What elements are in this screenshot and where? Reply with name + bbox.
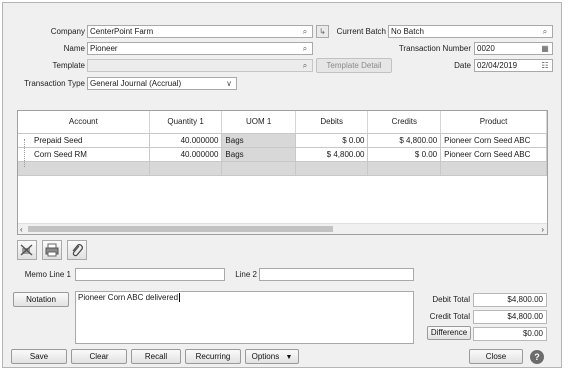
cell-credits[interactable]: $ 4,800.00	[367, 133, 442, 148]
cell-uom1[interactable]: Bags	[221, 147, 296, 162]
attach-button[interactable]	[67, 240, 87, 260]
company-label: Company	[50, 27, 85, 36]
print-button[interactable]	[42, 240, 62, 260]
delete-row-button[interactable]	[17, 240, 37, 260]
cell-uom1[interactable]: Bags	[221, 133, 296, 148]
column-quantity1[interactable]: Quantity 1	[149, 111, 223, 134]
template-lookup-icon: ⌕	[302, 61, 308, 70]
row-indicator-line	[24, 139, 25, 167]
template-detail-button: Template Detail	[316, 58, 392, 73]
options-button[interactable]: Options ▼	[245, 349, 299, 364]
journal-entry-window: Company CenterPoint Farm ⌕ ↳ Current Bat…	[2, 2, 562, 368]
save-button[interactable]: Save	[11, 349, 67, 364]
table-row-new[interactable]	[18, 161, 547, 176]
cell-product[interactable]: Pioneer Corn Seed ABC	[440, 147, 547, 162]
transaction-type-select[interactable]: General Journal (Accrual) ∨	[87, 77, 237, 90]
template-label: Template	[52, 61, 85, 70]
cell-quantity1[interactable]: 40.000000	[149, 133, 223, 148]
scroll-left-icon[interactable]: ‹	[20, 224, 23, 234]
company-lookup-icon[interactable]: ⌕	[300, 27, 310, 37]
cell-credits[interactable]: $ 0.00	[367, 147, 442, 162]
cell-quantity1[interactable]: 40.000000	[149, 147, 223, 162]
options-label: Options	[251, 352, 280, 361]
cell-empty[interactable]	[221, 161, 296, 176]
debit-total-value: $4,800.00	[473, 293, 547, 307]
caret-down-icon: ▼	[285, 354, 293, 361]
notation-text: Pioneer Corn ABC delivered	[78, 293, 179, 302]
line2-label: Line 2	[235, 270, 257, 279]
table-row[interactable]: Corn Seed RM 40.000000 Bags $ 4,800.00 $…	[18, 147, 547, 162]
credit-total-value: $4,800.00	[473, 310, 547, 324]
recurring-button[interactable]: Recurring	[185, 349, 241, 364]
cell-empty[interactable]	[440, 161, 547, 176]
cell-debits[interactable]: $ 4,800.00	[295, 147, 369, 162]
memo-line1-label: Memo Line 1	[24, 270, 71, 279]
grid-header-row: Account Quantity 1 UOM 1 Debits Credits …	[18, 111, 547, 134]
cell-empty[interactable]	[367, 161, 442, 176]
memo-line1-field[interactable]	[75, 268, 225, 281]
notation-button[interactable]: Notation	[13, 292, 69, 307]
text-cursor	[179, 293, 181, 302]
current-batch-value: No Batch	[391, 27, 424, 36]
delete-row-icon	[20, 244, 33, 256]
date-label: Date	[454, 61, 471, 70]
cell-debits[interactable]: $ 0.00	[295, 133, 369, 148]
cell-account[interactable]: Corn Seed RM	[18, 147, 150, 162]
transaction-type-label: Transaction Type	[24, 79, 85, 88]
column-account[interactable]: Account	[18, 111, 150, 134]
current-batch-label: Current Batch	[336, 27, 386, 36]
company-value: CenterPoint Farm	[90, 27, 154, 36]
transaction-type-value: General Journal (Accrual)	[90, 79, 182, 88]
transaction-number-label: Transaction Number	[398, 44, 471, 53]
column-debits[interactable]: Debits	[295, 111, 369, 134]
notation-textarea[interactable]: Pioneer Corn ABC delivered	[75, 291, 414, 344]
column-uom1[interactable]: UOM 1	[221, 111, 296, 134]
chevron-down-icon[interactable]: ∨	[224, 79, 234, 89]
debit-total-label: Debit Total	[432, 295, 470, 304]
cell-empty[interactable]	[149, 161, 223, 176]
calendar-icon[interactable]: ☷	[540, 61, 550, 71]
current-batch-field[interactable]: No Batch ⌕	[388, 25, 553, 38]
paperclip-icon	[72, 244, 83, 257]
horizontal-scrollbar[interactable]: ‹ ›	[18, 223, 547, 234]
close-button[interactable]: Close	[469, 349, 523, 364]
credit-total-label: Credit Total	[429, 312, 470, 321]
name-label: Name	[63, 44, 85, 53]
name-field[interactable]: Pioneer ⌕	[87, 42, 313, 55]
print-icon	[45, 243, 59, 257]
date-field[interactable]: 02/04/2019 ☷	[474, 59, 553, 72]
column-credits[interactable]: Credits	[367, 111, 442, 134]
scrollbar-thumb[interactable]	[28, 226, 333, 232]
transaction-number-icon[interactable]: ▦	[540, 44, 550, 54]
cell-account[interactable]: Prepaid Seed	[18, 133, 150, 148]
transaction-number-value: 0020	[477, 44, 495, 53]
clear-button[interactable]: Clear	[71, 349, 127, 364]
cell-empty[interactable]	[18, 161, 150, 176]
column-product[interactable]: Product	[440, 111, 547, 134]
cell-product[interactable]: Pioneer Corn Seed ABC	[440, 133, 547, 148]
batch-lookup-icon[interactable]: ⌕	[540, 27, 550, 37]
help-icon[interactable]: ?	[530, 350, 544, 364]
recall-button[interactable]: Recall	[131, 349, 181, 364]
date-value: 02/04/2019	[477, 61, 518, 70]
company-field[interactable]: CenterPoint Farm ⌕	[87, 25, 313, 38]
name-value: Pioneer	[90, 44, 118, 53]
transaction-number-field[interactable]: 0020 ▦	[474, 42, 553, 55]
cell-empty[interactable]	[295, 161, 369, 176]
difference-value: $0.00	[473, 327, 547, 341]
scroll-right-icon[interactable]: ›	[541, 224, 544, 234]
journal-grid[interactable]: Account Quantity 1 UOM 1 Debits Credits …	[17, 110, 548, 235]
difference-button[interactable]: Difference	[427, 326, 471, 340]
name-lookup-icon[interactable]: ⌕	[300, 44, 310, 54]
template-field: ⌕	[87, 59, 313, 72]
line2-field[interactable]	[259, 268, 414, 281]
journal-table: Account Quantity 1 UOM 1 Debits Credits …	[18, 111, 547, 176]
table-row[interactable]: Prepaid Seed 40.000000 Bags $ 0.00 $ 4,8…	[18, 133, 547, 148]
